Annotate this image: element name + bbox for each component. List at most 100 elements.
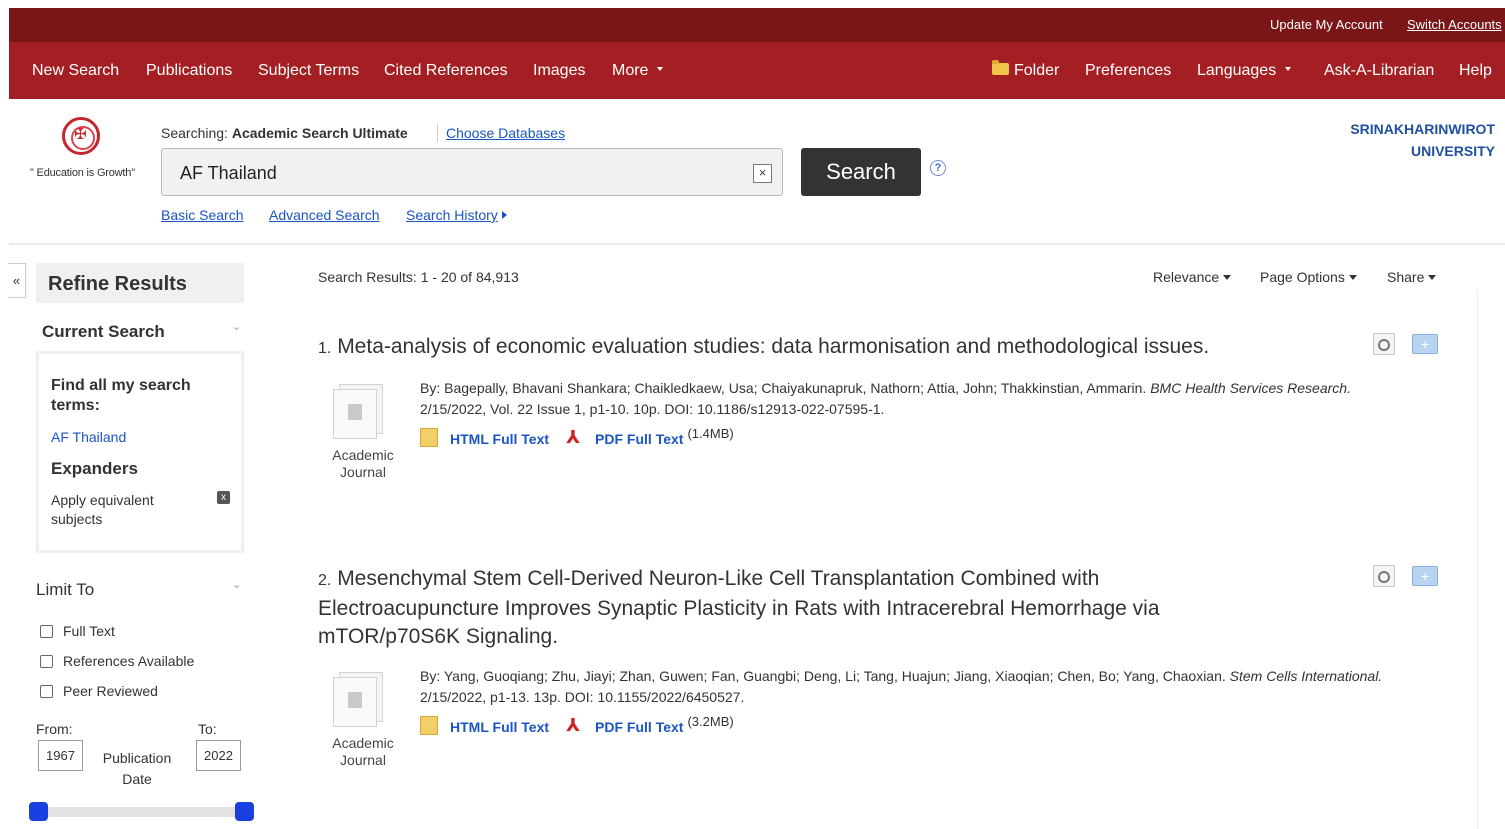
university-name: SRINAKHARINWIROT UNIVERSITY bbox=[1350, 118, 1495, 162]
university-name-line2: UNIVERSITY bbox=[1410, 143, 1495, 159]
nav-new-search[interactable]: New Search bbox=[32, 62, 119, 80]
result-journal[interactable]: BMC Health Services Research. bbox=[1150, 380, 1351, 396]
nav-publications[interactable]: Publications bbox=[146, 62, 232, 80]
result-citation: By: Bagepally, Bhavani Shankara; Chaikle… bbox=[420, 378, 1450, 420]
remove-expander-icon[interactable]: x bbox=[217, 491, 230, 504]
help-icon[interactable]: ? bbox=[930, 160, 946, 176]
checkbox[interactable] bbox=[40, 654, 53, 668]
nav-subject-terms[interactable]: Subject Terms bbox=[258, 62, 359, 80]
nav-ask-a-librarian[interactable]: Ask-A-Librarian bbox=[1324, 62, 1434, 80]
date-slider-start-handle[interactable] bbox=[29, 802, 48, 821]
search-history-link[interactable]: Search History bbox=[406, 207, 507, 223]
result-journal[interactable]: Stem Cells International. bbox=[1230, 668, 1383, 684]
choose-databases-link[interactable]: Choose Databases bbox=[446, 125, 565, 141]
current-search-heading[interactable]: Current Search bbox=[42, 322, 165, 342]
switch-accounts-link[interactable]: Switch Accounts bbox=[1407, 17, 1502, 32]
search-input-value: AF Thailand bbox=[180, 163, 277, 183]
result-title[interactable]: 2. Mesenchymal Stem Cell-Derived Neuron-… bbox=[318, 565, 1278, 651]
limit-full-text[interactable]: Full Text bbox=[40, 623, 115, 639]
date-slider-track[interactable] bbox=[38, 807, 244, 817]
search-button[interactable]: Search bbox=[801, 148, 921, 196]
page-shape bbox=[333, 677, 377, 727]
html-document-icon bbox=[420, 716, 438, 735]
update-account-link[interactable]: Update My Account bbox=[1270, 17, 1383, 32]
publication-date-label: Publication Date bbox=[102, 750, 172, 787]
limit-full-text-label: Full Text bbox=[63, 623, 115, 639]
result-title-text[interactable]: Mesenchymal Stem Cell-Derived Neuron-Lik… bbox=[318, 567, 1160, 648]
header-divider bbox=[9, 243, 1505, 245]
preview-icon[interactable] bbox=[1373, 333, 1399, 357]
relevance-label: Relevance bbox=[1153, 269, 1220, 285]
nav-folder-label: Folder bbox=[1014, 62, 1060, 79]
nav-preferences[interactable]: Preferences bbox=[1085, 62, 1171, 80]
limit-peer-reviewed[interactable]: Peer Reviewed bbox=[40, 683, 158, 699]
pdf-icon: ⅄ bbox=[566, 427, 580, 447]
caret-down-icon bbox=[1348, 274, 1357, 280]
nav-folder[interactable]: Folder bbox=[992, 60, 1060, 80]
result-authors: By: Yang, Guoqiang; Zhu, Jiayi; Zhan, Gu… bbox=[420, 668, 1226, 684]
basic-search-link[interactable]: Basic Search bbox=[161, 207, 243, 223]
share-dropdown[interactable]: Share bbox=[1387, 269, 1437, 285]
date-slider-end-handle[interactable] bbox=[235, 802, 254, 821]
html-document-icon bbox=[420, 428, 438, 447]
nav-more[interactable]: More bbox=[612, 62, 664, 80]
expanders-heading: Expanders bbox=[51, 459, 138, 478]
html-full-text-link[interactable]: HTML Full Text bbox=[450, 431, 549, 447]
results-count: Search Results: 1 - 20 of 84,913 bbox=[318, 269, 519, 285]
search-history-label: Search History bbox=[406, 207, 498, 223]
clear-search-icon[interactable]: × bbox=[753, 164, 772, 183]
current-search-term[interactable]: AF Thailand bbox=[51, 429, 126, 445]
chevron-down-icon[interactable]: ⌄ bbox=[232, 578, 241, 591]
publication-type-label: Academic Journal bbox=[325, 447, 401, 481]
pdf-size: (3.2MB) bbox=[687, 714, 734, 730]
collapse-sidebar-button[interactable]: « bbox=[8, 263, 26, 298]
logo-tagline: " Education is Growth" bbox=[30, 167, 135, 179]
add-to-folder-icon[interactable]: + bbox=[1412, 565, 1438, 589]
add-to-folder-icon[interactable]: + bbox=[1412, 333, 1438, 357]
searching-label: Searching: Academic Search Ultimate bbox=[161, 125, 408, 141]
relevance-dropdown[interactable]: Relevance bbox=[1153, 269, 1232, 285]
from-label: From: bbox=[36, 721, 73, 737]
result-number: 1. bbox=[318, 340, 332, 357]
limit-to-heading[interactable]: Limit To bbox=[36, 580, 94, 600]
preview-icon[interactable] bbox=[1373, 565, 1399, 589]
result-details: 2/15/2022, p1-13. 13p. DOI: 10.1155/2022… bbox=[420, 689, 745, 705]
pdf-full-text-link[interactable]: PDF Full Text bbox=[595, 431, 683, 447]
html-full-text-link[interactable]: HTML Full Text bbox=[450, 719, 549, 735]
triangle-right-icon bbox=[501, 211, 507, 220]
publication-type-line2: Journal bbox=[340, 752, 386, 768]
academic-journal-icon bbox=[331, 672, 387, 728]
caret-down-icon bbox=[657, 66, 664, 71]
nav-images[interactable]: Images bbox=[533, 62, 585, 80]
pdf-full-text-link[interactable]: PDF Full Text bbox=[595, 719, 683, 735]
nav-cited-references[interactable]: Cited References bbox=[384, 62, 508, 80]
page-shape bbox=[333, 389, 377, 439]
limit-references-label: References Available bbox=[63, 653, 195, 669]
page-options-label: Page Options bbox=[1260, 269, 1345, 285]
limit-references-available[interactable]: References Available bbox=[40, 653, 194, 669]
divider bbox=[437, 124, 438, 142]
page-options-dropdown[interactable]: Page Options bbox=[1260, 269, 1357, 285]
results-right-border bbox=[1477, 290, 1478, 829]
advanced-search-link[interactable]: Advanced Search bbox=[269, 207, 380, 223]
university-name-line1: SRINAKHARINWIROT bbox=[1350, 121, 1495, 137]
chevron-down-icon[interactable]: ⌄ bbox=[232, 320, 241, 333]
university-logo[interactable] bbox=[62, 117, 100, 155]
checkbox[interactable] bbox=[40, 684, 53, 698]
result-title[interactable]: 1. Meta-analysis of economic evaluation … bbox=[318, 333, 1318, 363]
to-year-input[interactable]: 2022 bbox=[196, 740, 241, 771]
nav-help[interactable]: Help bbox=[1459, 62, 1492, 80]
full-text-links: HTML Full Text ⅄ PDF Full Text (3.2MB) bbox=[420, 714, 734, 739]
result-citation: By: Yang, Guoqiang; Zhu, Jiayi; Zhan, Gu… bbox=[420, 666, 1400, 708]
share-label: Share bbox=[1387, 269, 1425, 285]
result-title-text[interactable]: Meta-analysis of economic evaluation stu… bbox=[337, 335, 1209, 358]
publication-type-line1: Academic bbox=[332, 735, 394, 751]
search-input[interactable]: AF Thailand × bbox=[161, 148, 783, 196]
magnifier-icon bbox=[1373, 333, 1395, 355]
nav-languages[interactable]: Languages bbox=[1197, 62, 1292, 80]
from-year-input[interactable]: 1967 bbox=[38, 740, 83, 771]
result-details: 2/15/2022, Vol. 22 Issue 1, p1-10. 10p. … bbox=[420, 401, 885, 417]
checkbox[interactable] bbox=[40, 624, 53, 638]
caret-down-icon bbox=[1428, 274, 1437, 280]
pdf-size: (1.4MB) bbox=[687, 426, 734, 442]
